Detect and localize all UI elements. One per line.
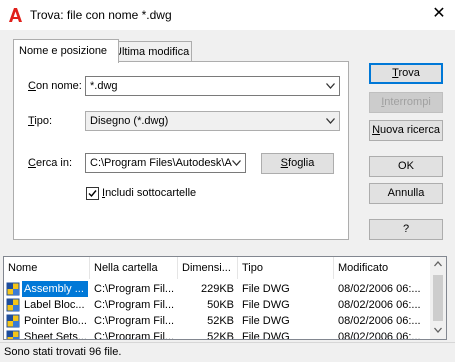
cell-name: Assembly ... — [22, 281, 88, 297]
new-search-button[interactable]: Nuova ricerca — [369, 120, 443, 141]
chevron-down-icon — [232, 160, 241, 166]
cell-type: File DWG — [242, 331, 290, 340]
include-subfolders-checkbox[interactable] — [86, 187, 99, 200]
scroll-up-icon[interactable] — [434, 261, 442, 267]
type-select[interactable]: Disegno (*.dwg) — [85, 111, 340, 131]
lookin-combo[interactable]: C:\Program Files\Autodesk\A — [85, 153, 246, 173]
type-label: Tipo: — [28, 115, 53, 127]
table-row[interactable]: Pointer Blo... C:\Program Fil... 52KB File … — [4, 313, 432, 329]
cell-size: 50KB — [207, 299, 234, 311]
ok-button[interactable]: OK — [369, 156, 443, 177]
dwg-file-icon — [6, 282, 20, 296]
scroll-down-icon[interactable] — [434, 327, 442, 333]
cell-folder: C:\Program Fil... — [94, 283, 175, 295]
close-icon[interactable]: ✕ — [430, 5, 448, 23]
browse-button[interactable]: Sfoglia — [261, 153, 334, 174]
dwg-file-icon — [6, 330, 20, 339]
cell-size: 52KB — [207, 315, 234, 327]
column-header-name[interactable]: Nome — [4, 257, 90, 279]
lookin-label: Cerca in: — [28, 157, 73, 169]
cancel-button[interactable]: Annulla — [369, 183, 443, 204]
cell-type: File DWG — [242, 283, 290, 295]
help-button[interactable]: ? — [369, 219, 443, 240]
cell-type: File DWG — [242, 315, 290, 327]
column-header-folder[interactable]: Nella cartella — [90, 257, 178, 279]
dwg-file-icon — [6, 298, 20, 312]
dwg-file-icon — [6, 314, 20, 328]
cell-name: Pointer Blo... — [24, 315, 87, 327]
column-header-type[interactable]: Tipo — [238, 257, 334, 279]
lookin-value: C:\Program Files\Autodesk\A — [90, 157, 232, 169]
type-value: Disegno (*.dwg) — [90, 115, 169, 127]
checkmark-icon — [88, 190, 97, 198]
cell-modified: 08/02/2006 06:... — [338, 331, 421, 340]
stop-button[interactable]: Interrompi — [369, 92, 443, 113]
scroll-thumb[interactable] — [433, 275, 443, 321]
cell-modified: 08/02/2006 06:... — [338, 283, 421, 295]
vertical-scrollbar[interactable] — [430, 257, 446, 339]
name-combo[interactable]: *.dwg — [85, 76, 340, 96]
column-header-modified[interactable]: Modificato — [334, 257, 432, 279]
tab-label: Nome e posizione — [19, 45, 108, 57]
cell-folder: C:\Program Fil... — [94, 299, 175, 311]
find-button[interactable]: Trova — [369, 63, 443, 84]
name-value: *.dwg — [90, 80, 118, 92]
autocad-a-icon — [9, 8, 22, 22]
column-header-size[interactable]: Dimensi... — [178, 257, 238, 279]
cell-size: 52KB — [207, 331, 234, 340]
cell-name: Label Bloc... — [24, 299, 85, 311]
chevron-down-icon — [326, 83, 335, 89]
cell-name: Sheet Sets... — [24, 331, 87, 340]
table-row[interactable]: Assembly ... C:\Program Fil... 229KB File D… — [4, 281, 432, 297]
table-row[interactable]: Label Bloc... C:\Program Fil... 50KB File D… — [4, 297, 432, 313]
window-title: Trova: file con nome *.dwg — [30, 8, 172, 22]
search-panel: Con nome: *.dwg Tipo: Disegno (*.dwg) Ce… — [13, 61, 349, 240]
include-subfolders-label: Includi sottocartelle — [102, 187, 197, 199]
status-bar: Sono stati trovati 96 file. — [0, 342, 455, 361]
tab-ultima-modifica[interactable]: Ultima modifica — [108, 41, 192, 62]
results-list[interactable]: Nome Nella cartella Dimensi... Tipo Modi… — [3, 256, 447, 340]
cell-type: File DWG — [242, 299, 290, 311]
chevron-down-icon — [326, 118, 335, 124]
tab-label: Ultima modifica — [114, 46, 190, 58]
cell-modified: 08/02/2006 06:... — [338, 315, 421, 327]
table-row[interactable]: Sheet Sets... C:\Program Fil... 52KB File D… — [4, 329, 432, 340]
cell-folder: C:\Program Fil... — [94, 315, 175, 327]
cell-folder: C:\Program Fil... — [94, 331, 175, 340]
cell-size: 229KB — [200, 283, 234, 295]
name-label: Con nome: — [28, 80, 82, 92]
cell-modified: 08/02/2006 06:... — [338, 299, 421, 311]
tab-nome-e-posizione[interactable]: Nome e posizione — [13, 39, 119, 63]
